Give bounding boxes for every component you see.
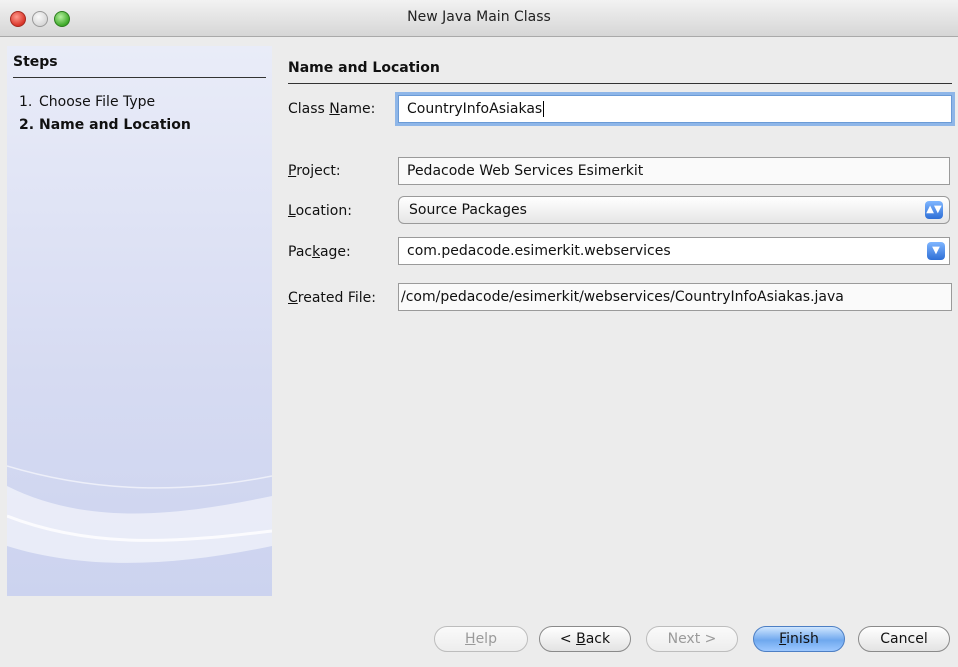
location-select[interactable]: Source Packages ▲▼ <box>398 196 950 224</box>
location-label: Location: <box>288 203 352 219</box>
step-number: 1. <box>19 94 33 110</box>
select-arrows-icon: ▲▼ <box>925 201 943 219</box>
class-name-input[interactable]: CountryInfoAsiakas <box>398 95 952 123</box>
chevron-down-icon[interactable]: ▼ <box>927 242 945 260</box>
cancel-button[interactable]: Cancel <box>858 626 950 652</box>
panel-title: Name and Location <box>288 60 440 76</box>
package-label: Package: <box>288 244 351 260</box>
finish-button[interactable]: Finish <box>753 626 845 652</box>
step-label: Choose File Type <box>39 94 156 110</box>
step-number: 2. <box>19 117 35 133</box>
class-name-label: Class Name: <box>288 101 376 117</box>
package-value: com.pedacode.esimerkit.webservices <box>407 243 671 259</box>
title-bar: New Java Main Class <box>0 0 958 37</box>
dialog-window: New Java Main Class Steps 1. Choose File … <box>0 0 958 667</box>
project-label: Project: <box>288 163 341 179</box>
back-button[interactable]: < Back <box>539 626 631 652</box>
help-button[interactable]: Help <box>434 626 528 652</box>
created-file-label: Created File: <box>288 290 377 306</box>
created-file-field: /com/pedacode/esimerkit/webservices/Coun… <box>398 283 952 311</box>
window-title: New Java Main Class <box>407 9 551 25</box>
location-select-value: Source Packages <box>409 202 527 218</box>
steps-divider <box>13 77 266 78</box>
package-combobox[interactable]: com.pedacode.esimerkit.webservices ▼ <box>398 237 950 265</box>
step-choose-file-type: 1. Choose File Type <box>19 94 155 110</box>
steps-heading: Steps <box>13 54 58 70</box>
next-button[interactable]: Next > <box>646 626 738 652</box>
steps-sidebar: Steps 1. Choose File Type 2. Name and Loca… <box>7 46 272 596</box>
step-name-and-location: 2. Name and Location <box>19 117 191 133</box>
step-label: Name and Location <box>39 117 191 133</box>
project-field: Pedacode Web Services Esimerkit <box>398 157 950 185</box>
panel-divider <box>288 83 952 84</box>
